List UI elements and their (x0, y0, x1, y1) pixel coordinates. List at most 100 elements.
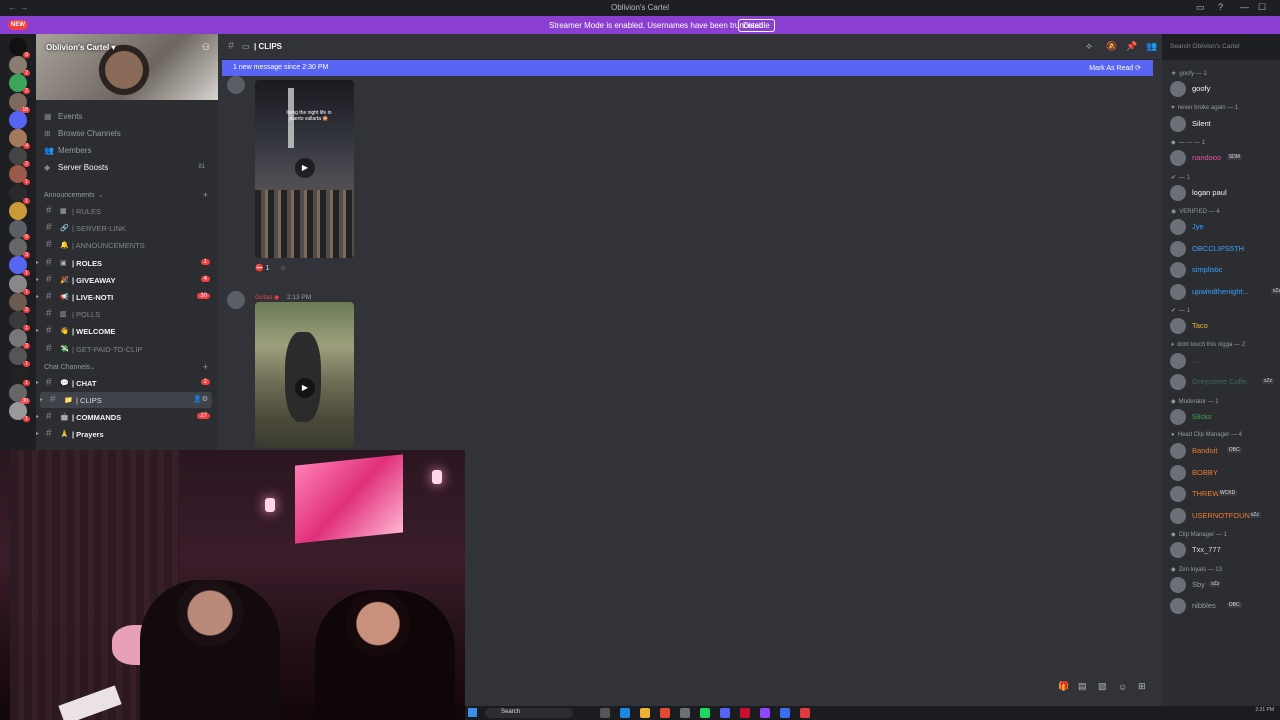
add-reaction-icon[interactable]: ☺ (280, 265, 287, 272)
server-icon[interactable]: 6 (9, 220, 30, 240)
server-icon[interactable]: 1 (9, 365, 30, 386)
server-icon[interactable]: 1 (9, 183, 30, 204)
server-icon[interactable]: 18 (9, 92, 30, 113)
avatar[interactable] (227, 291, 245, 309)
members-toggle-icon[interactable]: 👥 (1146, 41, 1157, 52)
server-banner[interactable]: Oblivion's Cartel ▾ ⚇ (36, 34, 218, 100)
server-icon[interactable]: 6 (9, 38, 30, 58)
member-item[interactable]: THREW WCKD (1170, 485, 1280, 503)
server-icon[interactable]: 30 (9, 383, 30, 404)
files-icon[interactable] (640, 708, 650, 718)
channel-item[interactable]: # ▦ | RULES (36, 203, 212, 219)
channel-item[interactable]: ▸ # 💬 | CHAT 2 (36, 375, 212, 391)
server-icon[interactable]: 2 (9, 329, 30, 350)
channel-settings-icon[interactable]: 👤⚙ (193, 395, 208, 403)
server-icon[interactable] (9, 110, 27, 129)
member-item[interactable]: nibbles OBC (1170, 597, 1280, 615)
server-name[interactable]: Oblivion's Cartel ▾ (46, 43, 116, 52)
member-item[interactable]: USERNOTFOUND xZz (1170, 507, 1280, 525)
mute-icon[interactable]: 🔕 (1106, 41, 1117, 52)
pin-icon[interactable]: 📌 (1126, 41, 1137, 52)
member-item[interactable]: upwindthenight... xZz (1170, 283, 1280, 301)
twitch-icon[interactable] (760, 708, 770, 718)
channel-item[interactable]: ▸ # 🙏 | Prayers (36, 426, 212, 442)
member-item[interactable]: Slicks (1170, 408, 1280, 426)
member-item[interactable]: OBCCLIPS5TH (1170, 240, 1280, 258)
category-header[interactable]: Chat Channels (44, 364, 90, 371)
server-icon[interactable]: 1 (9, 402, 30, 422)
chrome-icon[interactable] (660, 708, 670, 718)
gift-icon[interactable]: 🎁 (1058, 681, 1069, 692)
channel-item[interactable]: ▸ # ▣ | ROLES 1 (36, 255, 212, 271)
channel-item[interactable]: # ▥ | POLLS (36, 306, 212, 322)
valorant-icon[interactable] (740, 708, 750, 718)
taskview-icon[interactable] (600, 708, 610, 718)
member-item[interactable]: nandooo SDM (1170, 149, 1280, 167)
play-icon[interactable]: ▶ (295, 158, 315, 178)
channel-item[interactable]: ▸ # 🎉 | GIVEAWAY 4 (36, 272, 212, 288)
member-item[interactable]: ... (1170, 352, 1280, 370)
member-item[interactable]: Txx_777 (1170, 541, 1280, 559)
taskbar-search[interactable]: Search (485, 708, 573, 718)
emoji-icon[interactable]: ☺ (1118, 682, 1127, 692)
channel-item[interactable]: ▸ # 📢 | LIVE-NOTI 30 (36, 289, 212, 305)
channel-item[interactable]: # 🔔 | ANNOUNCEMENTS (36, 237, 212, 253)
add-channel-icon[interactable]: + (203, 190, 208, 200)
maximize-icon[interactable]: ☐ (1258, 2, 1266, 13)
sticker-icon[interactable]: ▧ (1098, 681, 1107, 692)
sidebar-item-browse-channels[interactable]: Browse Channels (58, 129, 121, 138)
avatar[interactable] (227, 76, 245, 94)
search-input[interactable]: Search Oblivion's Cartel (1166, 40, 1278, 54)
play-icon[interactable]: ▶ (295, 378, 315, 398)
server-icon[interactable]: 1 (9, 274, 30, 295)
help-icon[interactable]: ? (1218, 2, 1223, 12)
channel-item[interactable]: # 🔗 | SERVER-LINK (36, 220, 212, 236)
member-item[interactable]: Greycorne Coffe xZz (1170, 373, 1280, 391)
channel-item[interactable]: ▸ # 📁 | CLIPS 👤⚙ (40, 392, 212, 408)
sidebar-item-server-boosts[interactable]: Server Boosts (58, 163, 108, 172)
start-icon[interactable] (468, 708, 477, 717)
member-item[interactable]: Silent (1170, 115, 1280, 133)
member-item[interactable]: logan paul (1170, 184, 1280, 202)
discord-icon[interactable] (720, 708, 730, 718)
store-icon[interactable] (680, 708, 690, 718)
category-header[interactable]: Announcements (44, 192, 95, 199)
server-icon[interactable]: 1 (9, 165, 30, 186)
disable-streamer-mode-button[interactable]: Disable (738, 19, 775, 32)
add-channel-icon[interactable]: + (203, 362, 208, 372)
server-icon[interactable]: 2 (9, 74, 30, 95)
invite-icon[interactable]: ⚇ (202, 42, 210, 53)
server-icon[interactable]: 2 (9, 292, 30, 313)
app-icon[interactable] (800, 708, 810, 718)
video-attachment[interactable]: ▶ (255, 302, 354, 448)
spotify-icon[interactable] (700, 708, 710, 718)
edge-icon[interactable] (620, 708, 630, 718)
member-item[interactable]: Jye (1170, 218, 1280, 236)
author-name[interactable]: Gotas (255, 294, 272, 301)
app-icon[interactable] (780, 708, 790, 718)
gif-icon[interactable]: ▤ (1078, 681, 1087, 692)
server-icon[interactable]: 2 (9, 56, 30, 77)
minimize-icon[interactable]: — (1240, 2, 1249, 12)
channel-item[interactable]: # 💸 | GET-PAID-TO-CLIP (36, 341, 212, 357)
server-icon[interactable]: 1 (9, 256, 30, 277)
channel-item[interactable]: ▸ # 👋 | WELCOME (36, 323, 212, 339)
member-item[interactable]: simplistic (1170, 261, 1280, 279)
member-item[interactable]: Sby xZz (1170, 576, 1280, 594)
member-item[interactable]: Bandoit OBC (1170, 442, 1280, 460)
new-message-bar[interactable]: 1 new message since 2:30 PM Mark As Read… (222, 60, 1153, 76)
threads-icon[interactable]: ⟡ (1086, 41, 1092, 52)
server-icon[interactable]: 1 (9, 347, 30, 368)
server-icon[interactable] (9, 201, 27, 220)
reactions[interactable]: ⛔ 1 ☺ (255, 264, 287, 272)
apps-icon[interactable]: ⊞ (1138, 681, 1146, 692)
server-icon[interactable]: 3 (9, 238, 30, 259)
inbox-icon[interactable]: ▭ (1196, 2, 1205, 13)
member-item[interactable]: goofy (1170, 80, 1280, 98)
channel-item[interactable]: ▸ # 🤖 | COMMANDS 27 (36, 409, 212, 425)
member-item[interactable]: Taco (1170, 317, 1280, 335)
reaction-emoji[interactable]: ⛔ (255, 265, 264, 272)
server-icon[interactable]: 2 (9, 147, 30, 168)
sidebar-item-events[interactable]: Events (58, 112, 82, 121)
server-icon[interactable]: 4 (9, 129, 30, 149)
